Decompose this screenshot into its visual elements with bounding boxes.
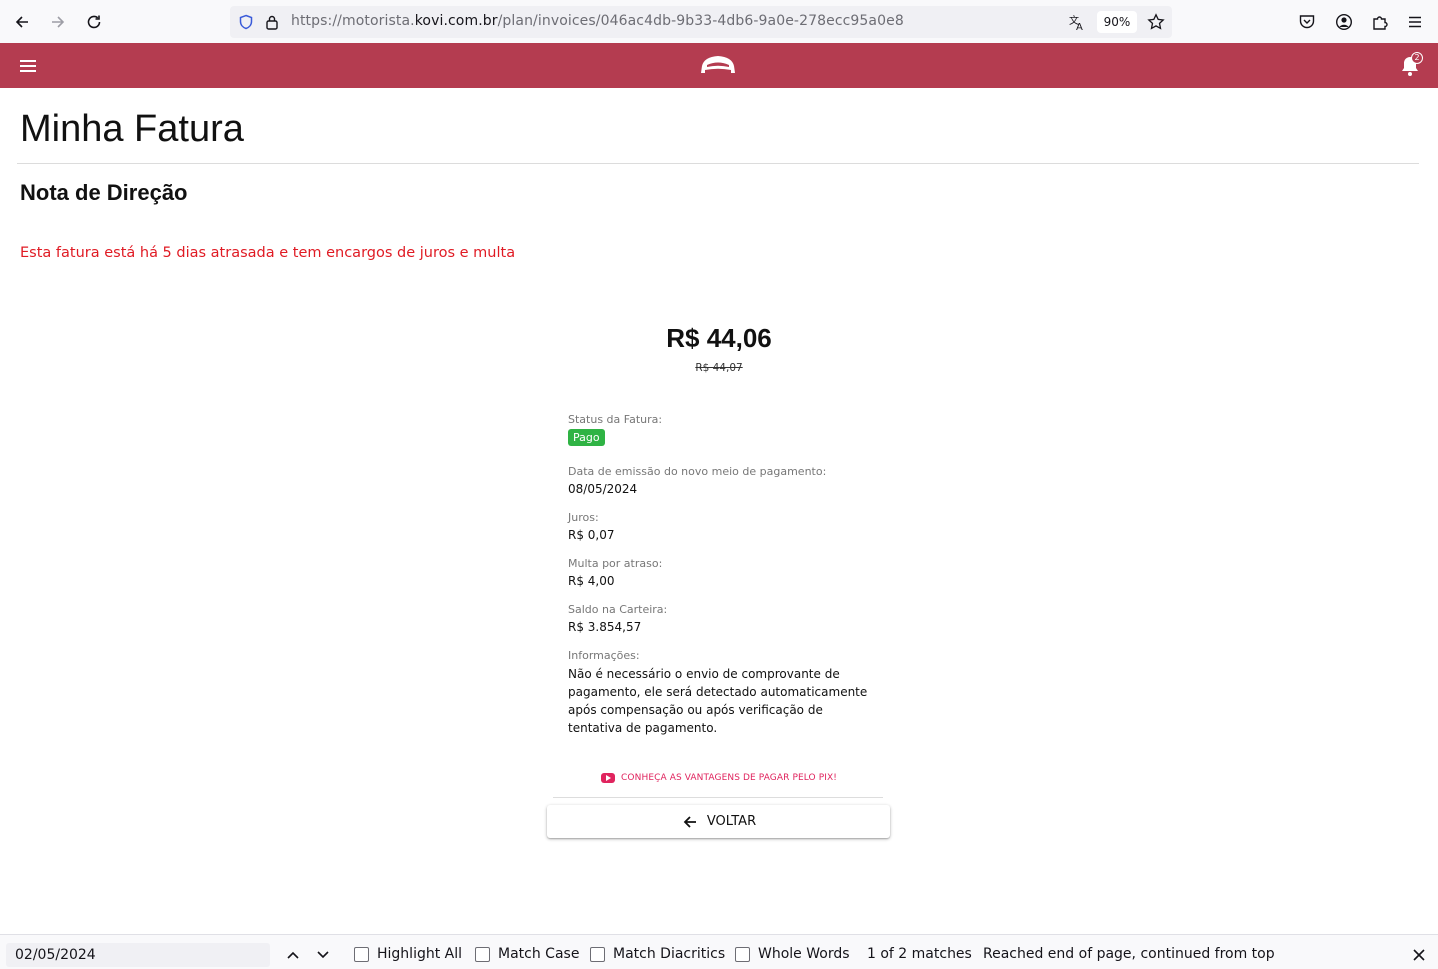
wallet-detail: Saldo na Carteira: R$ 3.854,57 (568, 603, 868, 634)
checkbox[interactable] (354, 946, 369, 962)
match-case-checkbox[interactable]: Match Case (475, 946, 579, 962)
highlight-all-checkbox[interactable]: Highlight All (354, 946, 462, 962)
info-label: Informações: (568, 649, 640, 662)
invoice-original-amount: R$ 44,07 (695, 362, 743, 374)
checkbox[interactable] (590, 946, 605, 962)
lock-icon[interactable] (265, 14, 279, 30)
checkbox[interactable] (475, 946, 490, 962)
section-title: Nota de Direção (20, 180, 188, 205)
checkbox[interactable] (735, 946, 750, 962)
match-case-label: Match Case (498, 946, 580, 962)
shield-icon[interactable] (238, 14, 254, 30)
app-header: 2 (0, 43, 1438, 88)
pix-link-label[interactable]: CONHEÇA AS VANTAGENS DE PAGAR PELO PIX! (621, 773, 837, 783)
back-button[interactable]: VOLTAR (547, 805, 890, 838)
invoice-amount: R$ 44,06 (666, 323, 772, 353)
match-diacritics-checkbox[interactable]: Match Diacritics (590, 946, 725, 962)
url-text[interactable]: https://motorista.kovi.com.br/plan/invoi… (291, 13, 904, 29)
wallet-label: Saldo na Carteira: (568, 603, 668, 616)
status-detail: Status da Fatura: Pago (568, 413, 868, 446)
info-detail: Informações: Não é necessário o envio de… (568, 649, 868, 737)
zoom-level[interactable]: 90% (1097, 11, 1137, 33)
wallet-value: R$ 3.854,57 (568, 620, 642, 634)
close-icon[interactable] (1409, 945, 1429, 965)
browser-toolbar: https://motorista.kovi.com.br/plan/invoi… (0, 0, 1438, 43)
issue-date-value: 08/05/2024 (568, 482, 638, 496)
fine-detail: Multa por atraso: R$ 4,00 (568, 557, 868, 588)
youtube-play-icon (601, 773, 616, 783)
page-title: Minha Fatura (20, 108, 244, 150)
back-button-label: VOLTAR (706, 814, 757, 829)
pix-advantages-link[interactable]: CONHEÇA AS VANTAGENS DE PAGAR PELO PIX! (0, 773, 1438, 783)
divider (553, 797, 883, 798)
interest-detail: Juros: R$ 0,07 (568, 511, 868, 542)
status-badge: Pago (568, 429, 605, 446)
svg-text:A: A (1076, 22, 1083, 31)
extensions-icon[interactable] (1371, 13, 1389, 31)
issue-date-detail: Data de emissão do novo meio de pagament… (568, 465, 868, 496)
overdue-warning: Esta fatura está há 5 dias atrasada e te… (20, 245, 516, 261)
match-diacritics-label: Match Diacritics (613, 946, 726, 962)
title-divider (17, 163, 1419, 164)
fine-value: R$ 4,00 (568, 574, 615, 588)
browser-menu-icon[interactable] (1406, 13, 1424, 31)
address-bar[interactable]: https://motorista.kovi.com.br/plan/invoi… (230, 6, 1172, 38)
highlight-all-label: Highlight All (377, 946, 463, 962)
match-count: 1 of 2 matches (867, 946, 972, 962)
arrow-left-icon (683, 815, 696, 828)
translate-icon[interactable]: 文A (1068, 13, 1086, 31)
find-next-icon[interactable] (312, 944, 334, 966)
issue-date-label: Data de emissão do novo meio de pagament… (568, 465, 827, 478)
car-logo-icon[interactable] (698, 52, 738, 80)
interest-label: Juros: (568, 511, 599, 524)
interest-value: R$ 0,07 (568, 528, 615, 542)
hamburger-menu-icon[interactable] (17, 55, 39, 77)
find-status-message: Reached end of page, continued from top (983, 946, 1275, 962)
find-bar: Highlight All Match Case Match Diacritic… (0, 934, 1438, 969)
whole-words-label: Whole Words (758, 946, 850, 962)
pocket-icon[interactable] (1298, 13, 1316, 31)
notification-count-badge: 2 (1411, 52, 1423, 64)
forward-arrow-icon[interactable] (44, 8, 72, 36)
status-label: Status da Fatura: (568, 413, 663, 426)
back-arrow-icon[interactable] (8, 8, 36, 36)
fine-label: Multa por atraso: (568, 557, 663, 570)
bookmark-star-icon[interactable] (1147, 13, 1165, 31)
info-value: Não é necessário o envio de comprovante … (568, 667, 868, 735)
account-icon[interactable] (1335, 13, 1353, 31)
whole-words-checkbox[interactable]: Whole Words (735, 946, 850, 962)
reload-icon[interactable] (80, 8, 108, 36)
find-previous-icon[interactable] (282, 944, 304, 966)
find-input[interactable] (6, 943, 270, 967)
